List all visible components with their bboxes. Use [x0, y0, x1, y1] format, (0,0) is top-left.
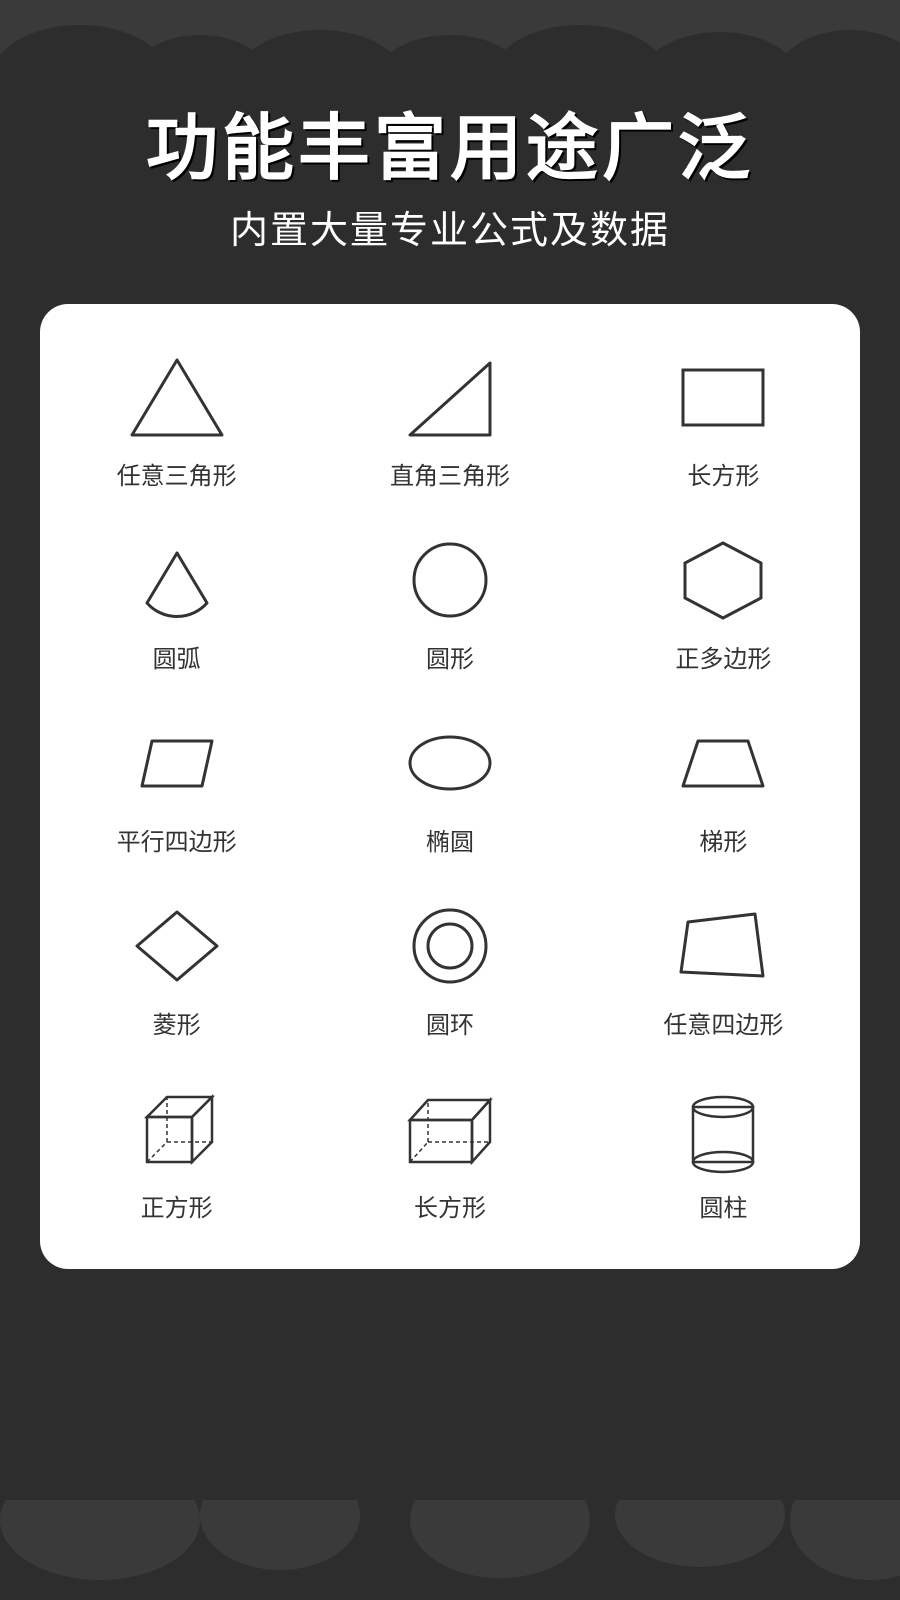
hexagon-label: 正多边形	[675, 639, 771, 674]
cuboid-icon	[395, 1084, 505, 1174]
shape-item-right-triangle: 直角三角形	[313, 324, 586, 507]
shapes-grid: 任意三角形 直角三角形 长方形	[40, 324, 860, 1239]
ring-icon	[395, 901, 505, 991]
page-wrapper: 功能丰富用途广泛 内置大量专业公式及数据 任意三角形 直角	[0, 0, 900, 1600]
cube-icon	[122, 1084, 232, 1174]
trapezoid-icon	[668, 718, 778, 808]
shape-item-parallelogram: 平行四边形	[40, 690, 313, 873]
parallelogram-label: 平行四边形	[117, 822, 237, 857]
rectangle-icon	[668, 352, 778, 442]
sub-title: 内置大量专业公式及数据	[40, 199, 860, 254]
rectangle-label: 长方形	[687, 456, 759, 491]
shape-item-cuboid: 长方形	[313, 1056, 586, 1239]
shape-item-ellipse: 椭圆	[313, 690, 586, 873]
triangle-icon	[122, 352, 232, 442]
quad-label: 任意四边形	[663, 1005, 783, 1040]
shape-item-cylinder: 圆柱	[587, 1056, 860, 1239]
shape-item-cube: 正方形	[40, 1056, 313, 1239]
trapezoid-label: 梯形	[699, 822, 747, 857]
cuboid-label: 长方形	[414, 1188, 486, 1223]
ring-label: 圆环	[426, 1005, 474, 1040]
shape-item-rectangle: 长方形	[587, 324, 860, 507]
circle-icon	[395, 535, 505, 625]
arc-label: 圆弧	[153, 639, 201, 674]
ellipse-icon	[395, 718, 505, 808]
diamond-icon	[122, 901, 232, 991]
shapes-card: 任意三角形 直角三角形 长方形	[40, 304, 860, 1269]
bottom-clouds	[0, 1500, 900, 1600]
right-triangle-icon	[395, 352, 505, 442]
shape-item-arc: 圆弧	[40, 507, 313, 690]
circle-label: 圆形	[426, 639, 474, 674]
cylinder-label: 圆柱	[699, 1188, 747, 1223]
shape-item-triangle: 任意三角形	[40, 324, 313, 507]
diamond-label: 菱形	[153, 1005, 201, 1040]
hexagon-icon	[668, 535, 778, 625]
cylinder-icon	[668, 1084, 778, 1174]
cube-label: 正方形	[141, 1188, 213, 1223]
arc-icon	[122, 535, 232, 625]
top-clouds	[0, 0, 900, 80]
header-section: 功能丰富用途广泛 内置大量专业公式及数据	[0, 80, 900, 304]
ellipse-label: 椭圆	[426, 822, 474, 857]
shape-item-ring: 圆环	[313, 873, 586, 1056]
shape-item-quad: 任意四边形	[587, 873, 860, 1056]
quad-icon	[668, 901, 778, 991]
triangle-label: 任意三角形	[117, 456, 237, 491]
shape-item-circle: 圆形	[313, 507, 586, 690]
main-title: 功能丰富用途广泛	[40, 110, 860, 189]
shape-item-hexagon: 正多边形	[587, 507, 860, 690]
shape-item-diamond: 菱形	[40, 873, 313, 1056]
right-triangle-label: 直角三角形	[390, 456, 510, 491]
parallelogram-icon	[122, 718, 232, 808]
shape-item-trapezoid: 梯形	[587, 690, 860, 873]
